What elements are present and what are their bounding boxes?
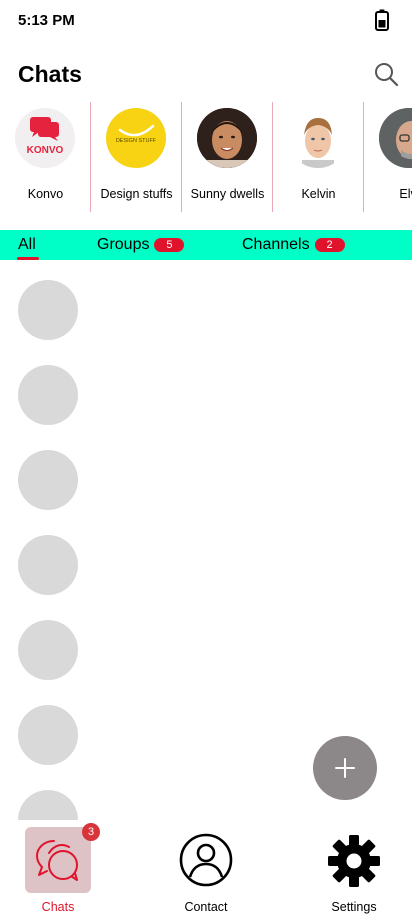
tab-label: Channels bbox=[242, 236, 310, 253]
avatar bbox=[379, 108, 412, 168]
stories-row: KONVO Konvo DESIGN STUFF Design stuffs S… bbox=[0, 101, 412, 213]
chat-avatar-placeholder[interactable] bbox=[18, 790, 78, 820]
avatar bbox=[288, 108, 348, 168]
story-label: Elvi bbox=[399, 187, 412, 201]
story-label: Kelvin bbox=[301, 187, 336, 201]
story-label: Design stuffs bbox=[100, 187, 173, 201]
tab-channels[interactable]: Channels 2 bbox=[242, 230, 345, 260]
search-icon[interactable] bbox=[372, 60, 402, 90]
design-stuff-logo: DESIGN STUFF bbox=[106, 108, 166, 168]
unread-badge: 2 bbox=[314, 238, 345, 252]
chat-avatar-placeholder[interactable] bbox=[18, 280, 78, 340]
chat-filter-tabs: All Groups 5 Channels 2 bbox=[0, 230, 412, 260]
active-nav-highlight bbox=[25, 827, 91, 893]
tab-label: Groups bbox=[97, 236, 150, 253]
chat-avatar-placeholder[interactable] bbox=[18, 450, 78, 510]
page-title: Chats bbox=[18, 61, 82, 87]
chat-avatar-placeholder[interactable] bbox=[18, 535, 78, 595]
chat-avatar-placeholder[interactable] bbox=[18, 365, 78, 425]
nav-settings[interactable]: Settings bbox=[296, 820, 412, 917]
nav-chats[interactable]: 3 Chats bbox=[0, 820, 116, 917]
svg-text:DESIGN STUFF: DESIGN STUFF bbox=[116, 138, 157, 144]
story-konvo[interactable]: KONVO Konvo bbox=[0, 101, 91, 213]
chat-bubbles-icon bbox=[36, 840, 78, 881]
svg-text:KONVO: KONVO bbox=[27, 145, 64, 156]
story-label: Konvo bbox=[27, 187, 64, 201]
plus-icon bbox=[335, 758, 355, 778]
person-icon bbox=[179, 833, 233, 887]
status-time: 5:13 PM bbox=[18, 12, 75, 29]
status-bar: 5:13 PM bbox=[0, 0, 412, 42]
story-sunny-dwells[interactable]: Sunny dwells bbox=[182, 101, 273, 213]
nav-label: Chats bbox=[41, 900, 75, 914]
gear-icon bbox=[328, 835, 380, 887]
nav-contact[interactable]: Contact bbox=[148, 820, 264, 917]
chat-avatar-placeholder[interactable] bbox=[18, 705, 78, 765]
unread-badge: 3 bbox=[82, 823, 100, 841]
bottom-nav: 3 Chats Contact Settings bbox=[0, 820, 412, 917]
story-kelvin[interactable]: Kelvin bbox=[273, 101, 364, 213]
battery-icon bbox=[375, 9, 389, 31]
story-design-stuffs[interactable]: DESIGN STUFF Design stuffs bbox=[91, 101, 182, 213]
new-chat-button[interactable] bbox=[313, 736, 377, 800]
konvo-logo: KONVO bbox=[15, 108, 75, 168]
story-label: Sunny dwells bbox=[190, 187, 265, 201]
tab-label: All bbox=[18, 236, 36, 253]
nav-label: Settings bbox=[331, 900, 377, 914]
story-elvi[interactable]: Elvi bbox=[364, 101, 412, 213]
chat-avatar-placeholder[interactable] bbox=[18, 620, 78, 680]
nav-label: Contact bbox=[184, 900, 228, 914]
tab-groups[interactable]: Groups 5 bbox=[97, 230, 185, 260]
tab-all[interactable]: All bbox=[18, 230, 36, 260]
unread-badge: 5 bbox=[154, 238, 185, 252]
avatar bbox=[197, 108, 257, 168]
